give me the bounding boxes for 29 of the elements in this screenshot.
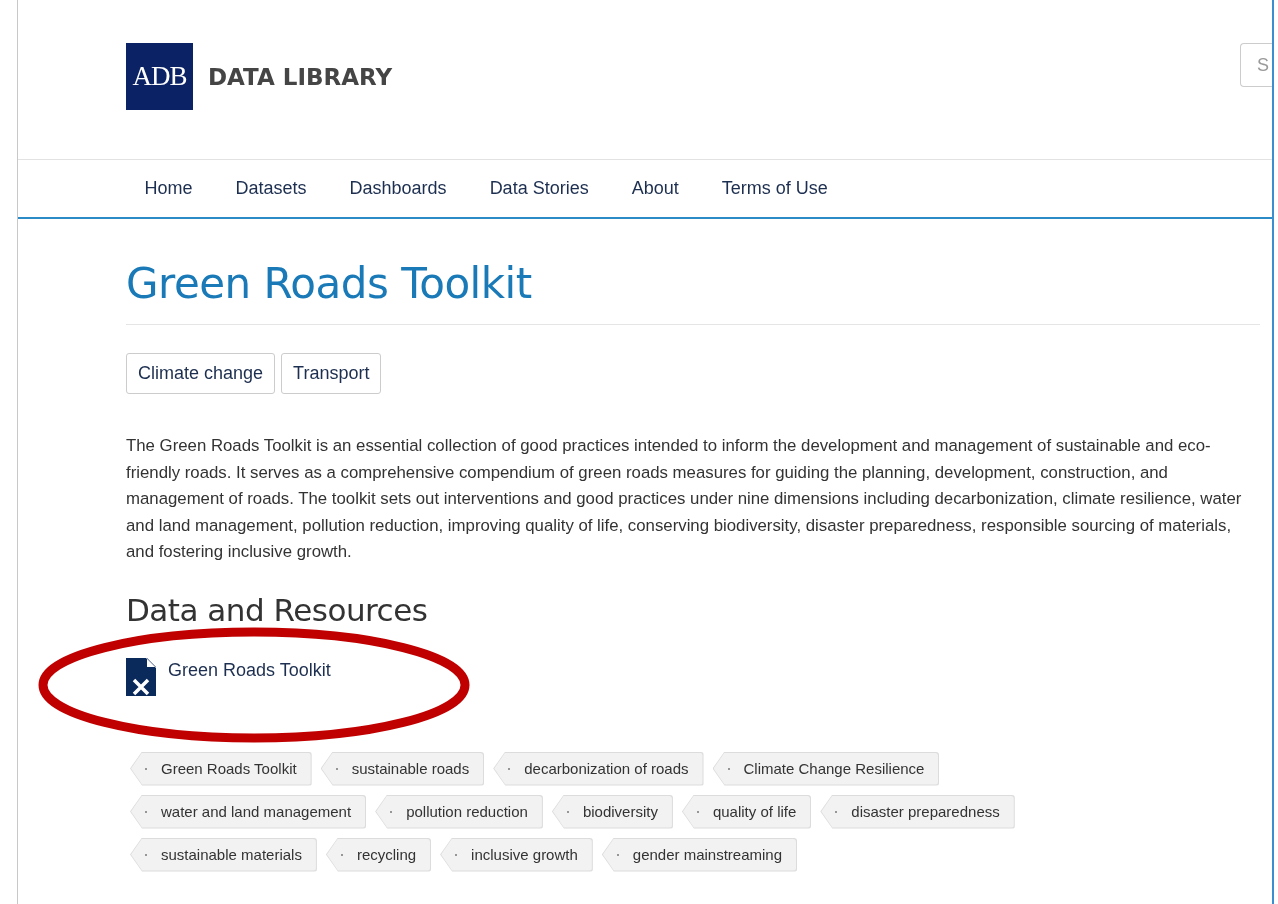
description-paragraph: The Green Roads Toolkit is an essential collection of good practices intended to inform the development and management of sustainable and eco-friendly roads. It serves as a comprehensive compendium of green roads measures for guiding the planning, development, construction, and management of roads. The toolkit sets out interventions and good practices under nine dimensions including decarbonization, climate resilience, water and land management, pollution reduction, improving quality of life, conserving biodiversity, disaster preparedness, responsible sourcing of materials, and fostering inclusive growth. xyxy=(126,435,1243,563)
section-heading: Data and Resources xyxy=(126,591,429,628)
nav-link[interactable]: About xyxy=(610,178,701,199)
category-button[interactable]: Climate change xyxy=(126,353,276,394)
tag-link[interactable]: biodiversity xyxy=(551,794,673,829)
search-field[interactable]: S xyxy=(1240,43,1272,87)
tag-link[interactable]: disaster preparedness xyxy=(820,794,1015,829)
tag-link[interactable]: water and land management xyxy=(130,794,367,829)
tag-link[interactable]: recycling xyxy=(325,837,432,872)
logo-mark[interactable]: ADB xyxy=(126,43,193,110)
page-title: Green Roads Toolkit xyxy=(126,259,1260,325)
tag-link[interactable]: sustainable materials xyxy=(130,837,317,872)
tag-link[interactable]: inclusive growth xyxy=(440,837,593,872)
logo-text[interactable]: DATA LIBRARY xyxy=(208,63,393,90)
tag-link[interactable]: Green Roads Toolkit xyxy=(130,751,312,786)
nav-link[interactable]: Data Stories xyxy=(468,178,611,199)
tag-link[interactable]: decarbonization of roads xyxy=(493,751,704,786)
tag-link[interactable]: quality of life xyxy=(681,794,812,829)
resource-link[interactable]: Green Roads Toolkit xyxy=(168,659,331,681)
nav-link[interactable]: Datasets xyxy=(214,178,329,199)
nav-link[interactable]: Home xyxy=(123,178,214,199)
tag-link[interactable]: pollution reduction xyxy=(375,794,543,829)
tag-link[interactable]: gender mainstreaming xyxy=(601,837,798,872)
category-button[interactable]: Transport xyxy=(281,353,382,394)
tag-link[interactable]: Climate Change Resilience xyxy=(712,751,940,786)
spreadsheet-file-icon xyxy=(126,657,156,696)
nav-link[interactable]: Dashboards xyxy=(328,178,469,199)
nav-link[interactable]: Terms of Use xyxy=(700,178,850,199)
tag-link[interactable]: sustainable roads xyxy=(320,751,485,786)
